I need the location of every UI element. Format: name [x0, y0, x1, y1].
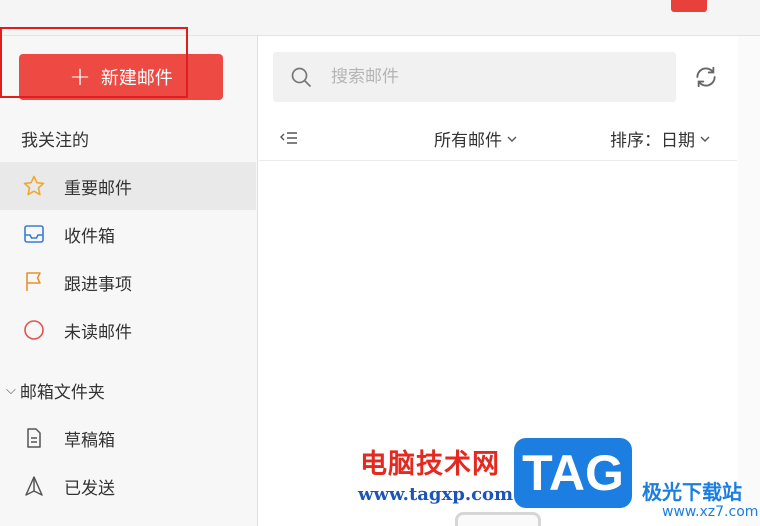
sidebar-item-drafts[interactable]: 草稿箱: [0, 414, 256, 462]
watermark-cn-text: 电脑技术网: [360, 449, 500, 480]
sidebar-item-unread[interactable]: 未读邮件: [0, 306, 256, 354]
highlight-annotation: [0, 27, 188, 98]
watermark: 电脑技术网 www.tagxp.com TAG 极光下载站 www.xz7.co…: [356, 438, 760, 526]
star-icon: [23, 175, 45, 196]
sidebar-item-label: 重要邮件: [64, 178, 132, 199]
filter-label: 所有邮件: [434, 131, 502, 151]
watermark-site-name: 极光下载站: [642, 480, 742, 504]
draft-icon: [27, 428, 41, 448]
sidebar-item-label: 收件箱: [64, 226, 115, 247]
flag-icon: [26, 272, 41, 291]
inbox-icon: [24, 225, 44, 243]
watermark-site-url: www.xz7.com: [662, 504, 759, 520]
top-action-button[interactable]: [671, 0, 707, 12]
watermark-tag-logo: TAG: [514, 438, 632, 508]
sidebar-item-follow-up[interactable]: 跟进事项: [0, 258, 256, 306]
chevron-down-icon: [507, 136, 517, 142]
refresh-icon[interactable]: [693, 64, 719, 90]
sidebar-item-label: 未读邮件: [64, 322, 132, 343]
sent-icon: [25, 476, 43, 496]
watermark-url: www.tagxp.com: [358, 484, 514, 505]
sort-dropdown[interactable]: 排序：日期: [610, 126, 711, 151]
sidebar: + 新建邮件 我关注的 重要邮件 收件箱 跟进事项 未读邮件 ⌵ 邮箱文件夹 草…: [0, 36, 258, 526]
circle-icon: [24, 320, 44, 340]
sidebar-item-label: 已发送: [64, 478, 115, 499]
search-input[interactable]: [331, 67, 651, 87]
filter-dropdown[interactable]: 所有邮件: [434, 126, 518, 151]
search-icon: [291, 67, 311, 87]
sidebar-item-label: 草稿箱: [64, 430, 115, 451]
section-title-label: 邮箱文件夹: [19, 383, 105, 403]
sort-label: 排序：日期: [610, 131, 695, 151]
section-title-followed: 我关注的: [21, 131, 89, 151]
collapse-list-icon[interactable]: [279, 128, 299, 148]
sidebar-item-label: 跟进事项: [64, 274, 132, 295]
section-title-folders[interactable]: ⌵ 邮箱文件夹: [6, 378, 105, 403]
sidebar-item-inbox[interactable]: 收件箱: [0, 210, 256, 258]
search-box[interactable]: [273, 52, 676, 102]
list-toolbar: 所有邮件 排序：日期: [259, 116, 737, 161]
chevron-down-icon: ⌵: [6, 383, 16, 398]
chevron-down-icon: [700, 136, 710, 142]
sidebar-item-important[interactable]: 重要邮件: [0, 162, 256, 210]
sidebar-item-sent[interactable]: 已发送: [0, 462, 256, 510]
